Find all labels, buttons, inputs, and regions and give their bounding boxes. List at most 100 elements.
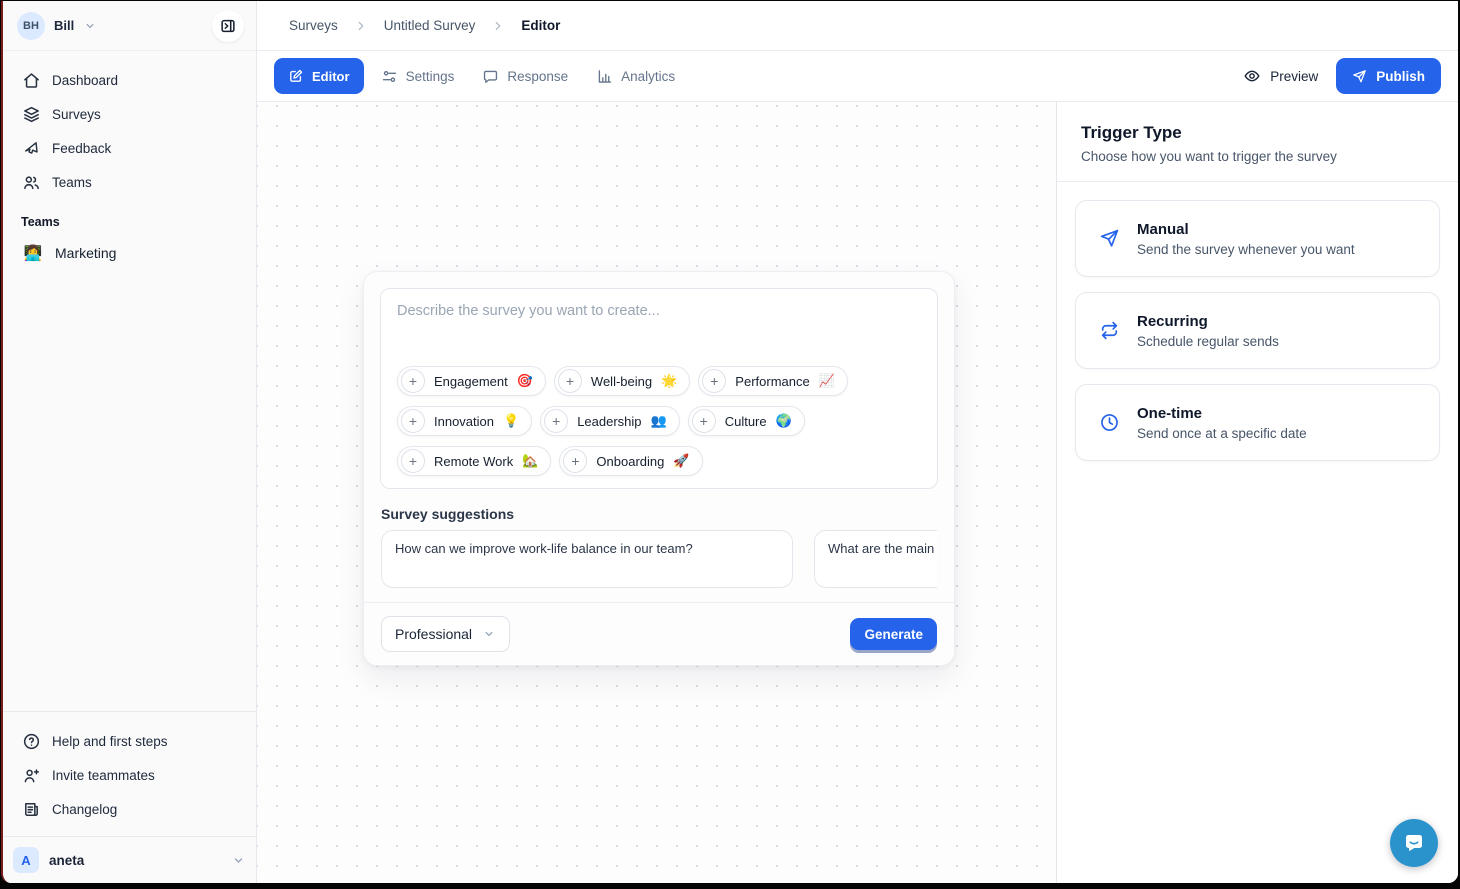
sidebar-item-label: Teams	[52, 175, 92, 190]
chip-emoji: 🌟	[661, 373, 677, 389]
topic-chip-culture[interactable]: + Culture 🌍	[688, 406, 805, 436]
breadcrumb-untitled-survey[interactable]: Untitled Survey	[384, 18, 476, 33]
publish-label: Publish	[1376, 69, 1425, 84]
sidebar-item-label: Dashboard	[52, 73, 118, 88]
option-title: One-time	[1137, 405, 1307, 422]
tab-label: Settings	[406, 69, 455, 84]
topic-chip-remote-work[interactable]: + Remote Work 🏡	[397, 446, 551, 476]
topic-chips: + Engagement 🎯 + Well-being 🌟 +	[397, 366, 921, 476]
pencil-square-icon	[288, 68, 304, 84]
plus-icon: +	[401, 409, 425, 433]
topic-chip-performance[interactable]: + Performance 📈	[698, 366, 848, 396]
sidebar-item-changelog[interactable]: Changelog	[13, 792, 246, 826]
chip-label: Leadership	[577, 414, 641, 429]
trigger-options: Manual Send the survey whenever you want…	[1057, 182, 1458, 479]
trigger-type-panel: Trigger Type Choose how you want to trig…	[1057, 102, 1458, 883]
plus-icon: +	[401, 449, 425, 473]
send-icon	[1352, 69, 1367, 84]
plus-icon: +	[401, 369, 425, 393]
option-desc: Send once at a specific date	[1137, 426, 1307, 441]
generate-button[interactable]: Generate	[850, 618, 937, 650]
sidebar-item-label: Help and first steps	[52, 734, 168, 749]
tone-select[interactable]: Professional	[381, 616, 510, 652]
topic-chip-onboarding[interactable]: + Onboarding 🚀	[559, 446, 702, 476]
tab-analytics[interactable]: Analytics	[585, 58, 686, 94]
preview-label: Preview	[1270, 69, 1318, 84]
tab-settings[interactable]: Settings	[370, 58, 466, 94]
workspace-name: Bill	[54, 18, 74, 33]
panel-title: Trigger Type	[1081, 123, 1434, 143]
chip-label: Culture	[725, 414, 767, 429]
breadcrumb-surveys[interactable]: Surveys	[289, 18, 338, 33]
suggestions-row: How can we improve work-life balance in …	[381, 530, 937, 588]
tab-editor[interactable]: Editor	[274, 58, 364, 94]
sidebar-nav: Dashboard Surveys Feedback Teams	[3, 51, 256, 271]
home-icon	[21, 70, 41, 90]
sliders-icon	[381, 68, 398, 85]
plus-icon: +	[544, 409, 568, 433]
sidebar-item-feedback[interactable]: Feedback	[13, 131, 246, 165]
topic-chip-engagement[interactable]: + Engagement 🎯	[397, 366, 546, 396]
chat-smile-icon	[1402, 831, 1426, 855]
sidebar-item-team-marketing[interactable]: 👩‍💻 Marketing	[13, 235, 246, 271]
plus-icon: +	[692, 409, 716, 433]
trigger-option-recurring[interactable]: Recurring Schedule regular sends	[1075, 292, 1440, 369]
send-icon	[1098, 228, 1120, 250]
option-desc: Send the survey whenever you want	[1137, 242, 1355, 257]
sidebar-footer: Help and first steps Invite teammates Ch…	[3, 711, 256, 826]
chip-emoji: 🎯	[517, 373, 533, 389]
chip-emoji: 🚀	[673, 453, 689, 469]
sidebar-collapse-button[interactable]	[212, 10, 244, 42]
survey-prompt-input[interactable]: Describe the survey you want to create..…	[380, 288, 938, 489]
sidebar-item-teams[interactable]: Teams	[13, 165, 246, 199]
topic-chip-leadership[interactable]: + Leadership 👥	[540, 406, 680, 436]
prompt-placeholder: Describe the survey you want to create..…	[397, 303, 921, 319]
help-circle-icon	[21, 731, 41, 751]
sidebar-item-invite[interactable]: Invite teammates	[13, 758, 246, 792]
preview-button[interactable]: Preview	[1231, 58, 1330, 94]
chip-label: Innovation	[434, 414, 494, 429]
generator-footer: Professional Generate	[364, 602, 954, 665]
trigger-option-one-time[interactable]: One-time Send once at a specific date	[1075, 384, 1440, 461]
plus-icon: +	[563, 449, 587, 473]
sidebar-item-label: Changelog	[52, 802, 117, 817]
workspace-avatar: BH	[17, 12, 45, 40]
editor-canvas[interactable]: Describe the survey you want to create..…	[257, 102, 1057, 883]
breadcrumb: Surveys Untitled Survey Editor	[257, 1, 1458, 51]
repeat-icon	[1098, 320, 1120, 342]
sidebar-item-surveys[interactable]: Surveys	[13, 97, 246, 131]
chip-emoji: 📈	[819, 373, 835, 389]
chat-widget-button[interactable]	[1390, 819, 1438, 867]
bar-chart-icon	[596, 68, 613, 85]
chip-emoji: 🌍	[776, 413, 792, 429]
trigger-option-manual[interactable]: Manual Send the survey whenever you want	[1075, 200, 1440, 277]
chip-label: Remote Work	[434, 454, 513, 469]
sidebar-item-help[interactable]: Help and first steps	[13, 724, 246, 758]
panel-collapse-icon	[219, 17, 237, 35]
chip-label: Engagement	[434, 374, 508, 389]
tab-label: Response	[507, 69, 568, 84]
suggestion-card[interactable]: How can we improve work-life balance in …	[381, 530, 793, 588]
main-area: Surveys Untitled Survey Editor Editor	[257, 1, 1458, 883]
publish-button[interactable]: Publish	[1336, 58, 1441, 94]
newspaper-icon	[21, 799, 41, 819]
chevron-right-icon	[354, 19, 368, 33]
team-label: Marketing	[55, 245, 116, 261]
topic-chip-well-being[interactable]: + Well-being 🌟	[554, 366, 690, 396]
chip-label: Well-being	[591, 374, 652, 389]
tab-label: Editor	[312, 69, 350, 84]
sidebar-item-label: Feedback	[52, 141, 111, 156]
clock-icon	[1098, 412, 1120, 434]
workspace-switcher[interactable]: BH Bill	[3, 1, 256, 51]
topic-chip-innovation[interactable]: + Innovation 💡	[397, 406, 532, 436]
plus-icon: +	[558, 369, 582, 393]
option-title: Recurring	[1137, 313, 1279, 330]
users-icon	[21, 172, 41, 192]
teams-section-label: Teams	[13, 199, 246, 235]
sidebar-item-dashboard[interactable]: Dashboard	[13, 63, 246, 97]
team-emoji: 👩‍💻	[23, 244, 43, 262]
suggestion-card[interactable]: What are the main ob	[814, 530, 937, 588]
user-menu[interactable]: A aneta	[3, 836, 256, 883]
tab-label: Analytics	[621, 69, 675, 84]
tab-response[interactable]: Response	[471, 58, 579, 94]
